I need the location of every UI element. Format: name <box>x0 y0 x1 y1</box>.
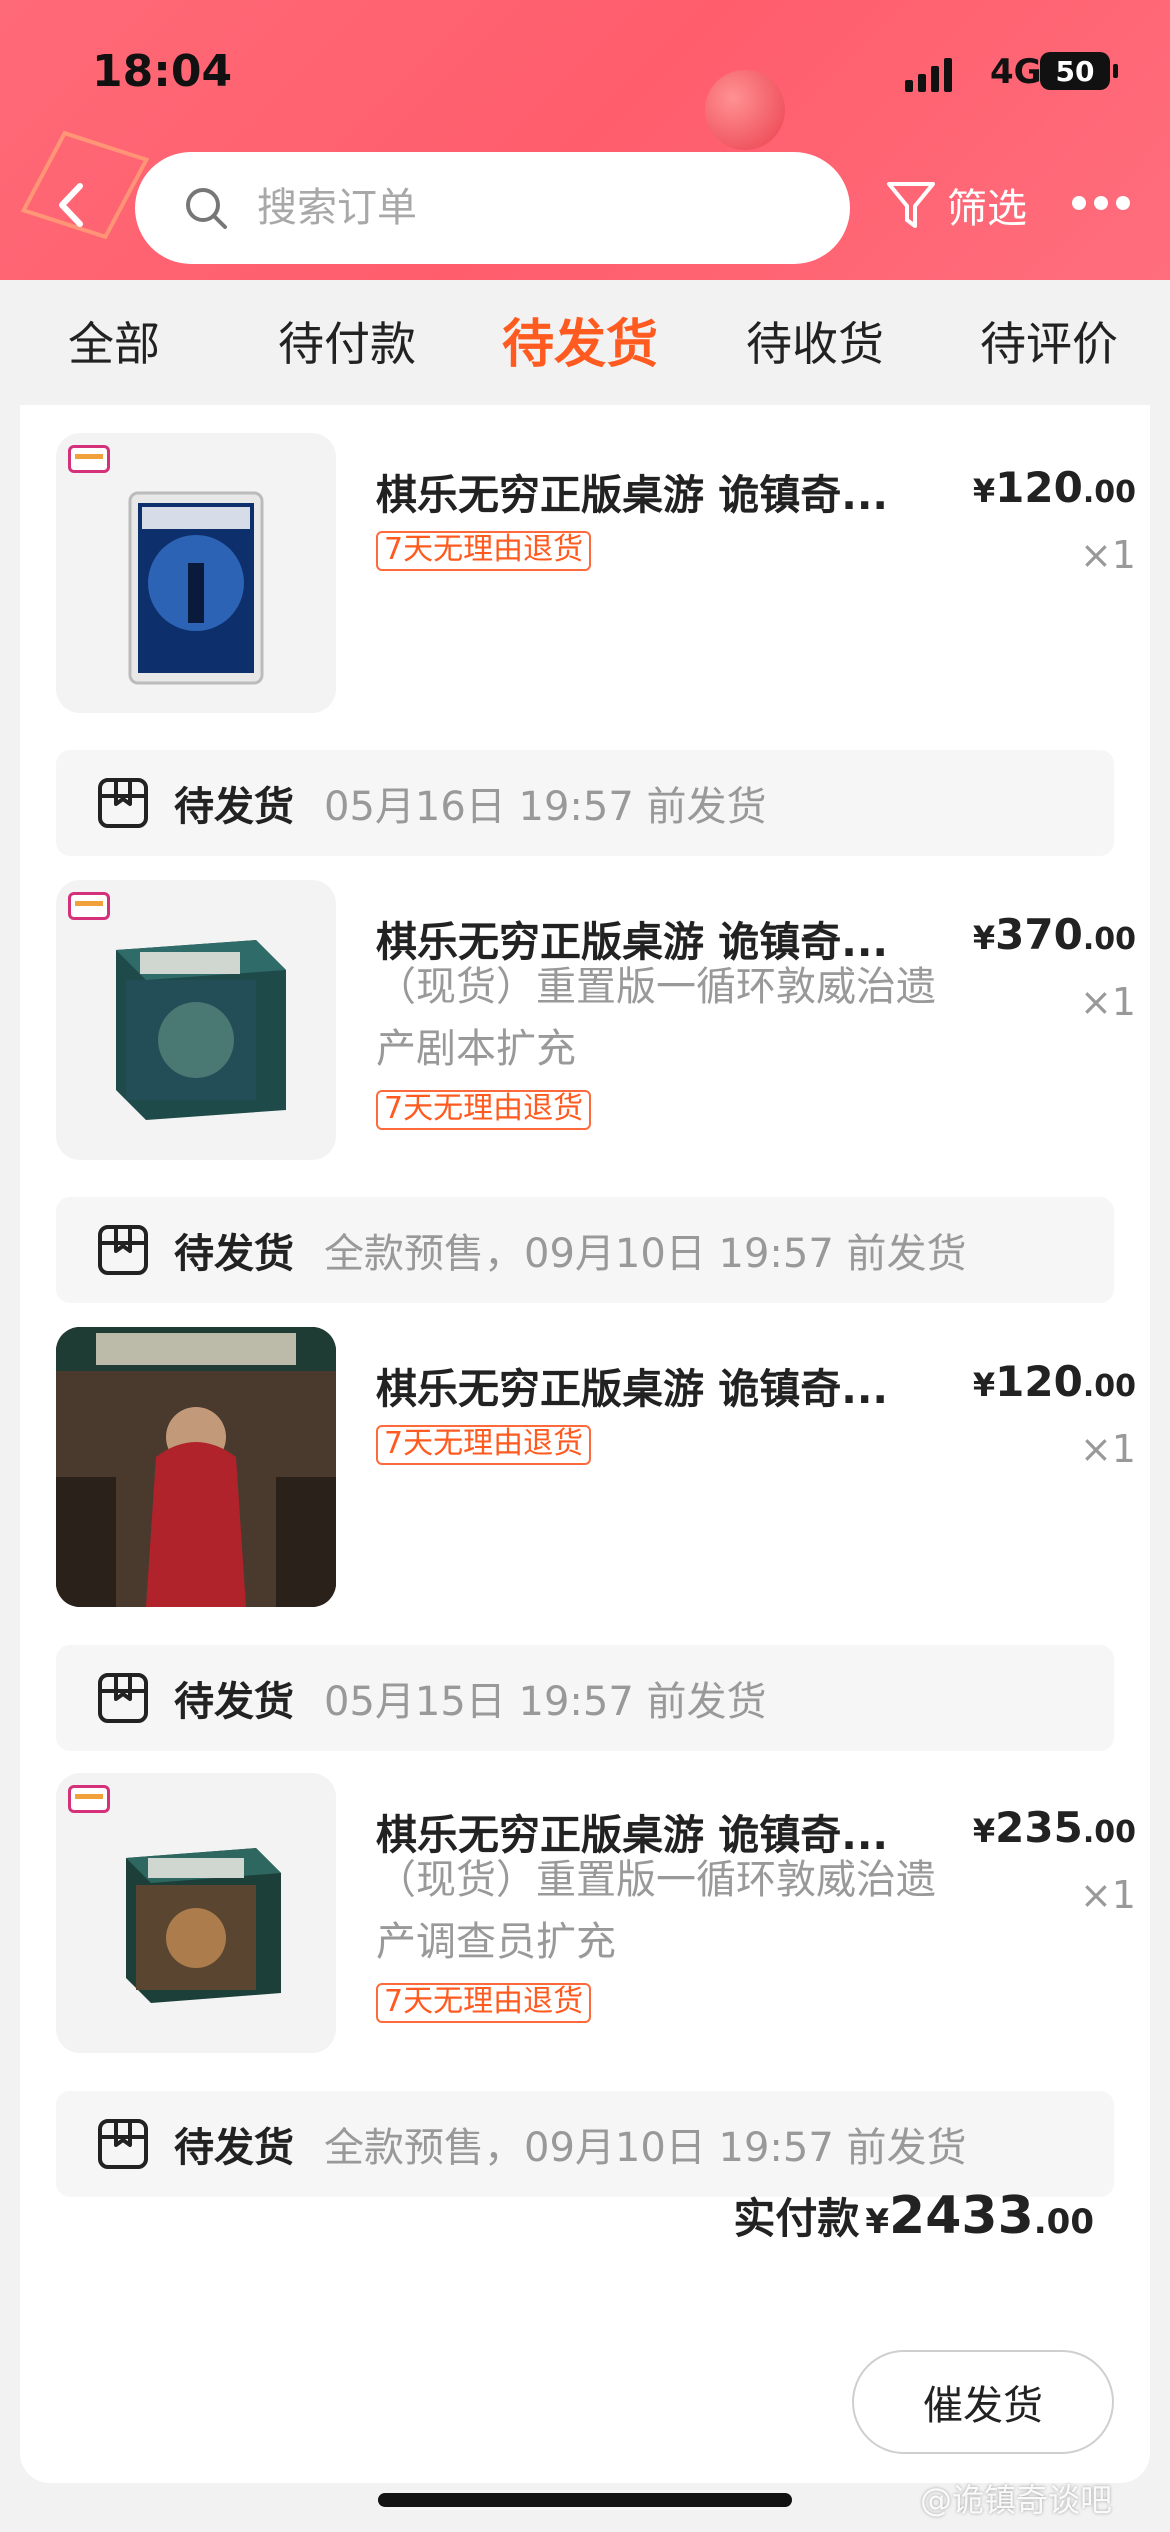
package-icon <box>98 1673 148 1723</box>
decoration-ball <box>705 70 785 150</box>
tab-pending-shipment[interactable]: 待发货 <box>502 302 658 377</box>
product-cover <box>56 1327 336 1607</box>
status-time: 18:04 <box>92 46 233 97</box>
shipping-status-bar: 待发货 05月16日 19:57 前发货 <box>56 750 1114 856</box>
product-image[interactable] <box>56 1773 336 2053</box>
order-total: 实付款 ¥2433.00 <box>733 2186 1094 2246</box>
brand-logo <box>68 892 110 920</box>
return-policy-badge: 7天无理由退货 <box>376 1090 592 1130</box>
order-item[interactable]: 棋乐无穷正版桌游 诡镇奇... ¥235.00 ×1 （现货）重置版一循环敦威治… <box>56 1773 1136 2063</box>
signal-icon <box>905 56 952 92</box>
total-amount: 2433 <box>889 2186 1034 2246</box>
product-quantity: ×1 <box>1079 1873 1136 1917</box>
product-price: ¥370.00 <box>972 910 1136 959</box>
tab-all[interactable]: 全部 <box>68 308 160 374</box>
package-icon <box>98 2119 148 2169</box>
shipping-status-bar: 待发货 全款预售，09月10日 19:57 前发货 <box>56 2091 1114 2197</box>
total-label: 实付款 <box>733 2194 860 2243</box>
network-label: 4G <box>990 52 1042 92</box>
product-price: ¥120.00 <box>972 1357 1136 1406</box>
package-icon <box>98 1225 148 1275</box>
product-image[interactable] <box>56 880 336 1160</box>
filter-button[interactable]: 筛选 <box>885 176 1027 234</box>
product-title: 棋乐无穷正版桌游 诡镇奇... <box>376 471 888 519</box>
order-item[interactable]: 棋乐无穷正版桌游 诡镇奇... ¥370.00 ×1 （现货）重置版一循环敦威治… <box>56 880 1136 1170</box>
order-item[interactable]: 棋乐无穷正版桌游 诡镇奇... ¥120.00 ×1 7天无理由退货 <box>56 433 1136 723</box>
product-title: 棋乐无穷正版桌游 诡镇奇... <box>376 1365 888 1413</box>
product-quantity: ×1 <box>1079 980 1136 1024</box>
order-item[interactable]: 棋乐无穷正版桌游 诡镇奇... ¥120.00 ×1 7天无理由退货 <box>56 1327 1136 1617</box>
more-options-icon[interactable] <box>1072 196 1130 210</box>
brand-logo <box>68 1785 110 1813</box>
chevron-left-icon <box>59 183 83 227</box>
shipping-deadline: 05月16日 19:57 前发货 <box>324 784 767 830</box>
product-quantity: ×1 <box>1079 533 1136 577</box>
product-image[interactable] <box>56 433 336 713</box>
filter-label: 筛选 <box>947 186 1027 232</box>
search-bar[interactable] <box>135 152 850 264</box>
shipping-status: 待发货 <box>174 784 294 830</box>
package-icon <box>98 778 148 828</box>
tab-pending-receipt[interactable]: 待收货 <box>746 308 884 374</box>
tab-pending-review[interactable]: 待评价 <box>980 308 1118 374</box>
app-header: 18:04 4G 50 筛选 <box>0 0 1170 280</box>
shipping-status: 待发货 <box>174 2125 294 2171</box>
battery-level: 50 <box>1055 54 1095 88</box>
order-card: 棋乐无穷正版桌游 诡镇奇... ¥120.00 ×1 7天无理由退货 待发货 0… <box>20 405 1150 2483</box>
shipping-status-bar: 待发货 全款预售，09月10日 19:57 前发货 <box>56 1197 1114 1303</box>
product-cover <box>126 1848 281 2003</box>
product-spec: （现货）重置版一循环敦威治遗产剧本扩充 <box>376 964 936 1072</box>
shipping-status: 待发货 <box>174 1231 294 1277</box>
product-spec: （现货）重置版一循环敦威治遗产调查员扩充 <box>376 1857 936 1965</box>
filter-icon <box>887 182 935 228</box>
shipping-status: 待发货 <box>174 1679 294 1725</box>
urge-shipment-button[interactable]: 催发货 <box>852 2350 1114 2454</box>
return-policy-badge: 7天无理由退货 <box>376 1425 592 1465</box>
product-price: ¥235.00 <box>972 1803 1136 1852</box>
watermark-text: @诡镇奇谈吧 <box>920 2481 1113 2519</box>
product-image[interactable] <box>56 1327 336 1607</box>
shipping-deadline: 05月15日 19:57 前发货 <box>324 1679 767 1725</box>
search-input[interactable] <box>257 185 817 231</box>
product-cover <box>116 940 286 1120</box>
tab-pending-payment[interactable]: 待付款 <box>278 308 416 374</box>
product-price: ¥120.00 <box>972 463 1136 512</box>
home-indicator[interactable] <box>378 2493 792 2507</box>
return-policy-badge: 7天无理由退货 <box>376 531 592 571</box>
brand-logo <box>68 445 110 473</box>
return-policy-badge: 7天无理由退货 <box>376 1983 592 2023</box>
order-tabs: 全部 待付款 待发货 待收货 待评价 <box>0 280 1170 405</box>
shipping-status-bar: 待发货 05月15日 19:57 前发货 <box>56 1645 1114 1751</box>
shipping-deadline: 全款预售，09月10日 19:57 前发货 <box>324 2125 967 2171</box>
product-quantity: ×1 <box>1079 1427 1136 1471</box>
battery-icon: 50 <box>1040 52 1118 90</box>
product-cover <box>128 491 264 685</box>
back-button[interactable] <box>50 180 100 230</box>
shipping-deadline: 全款预售，09月10日 19:57 前发货 <box>324 1231 967 1277</box>
search-icon <box>186 188 227 229</box>
